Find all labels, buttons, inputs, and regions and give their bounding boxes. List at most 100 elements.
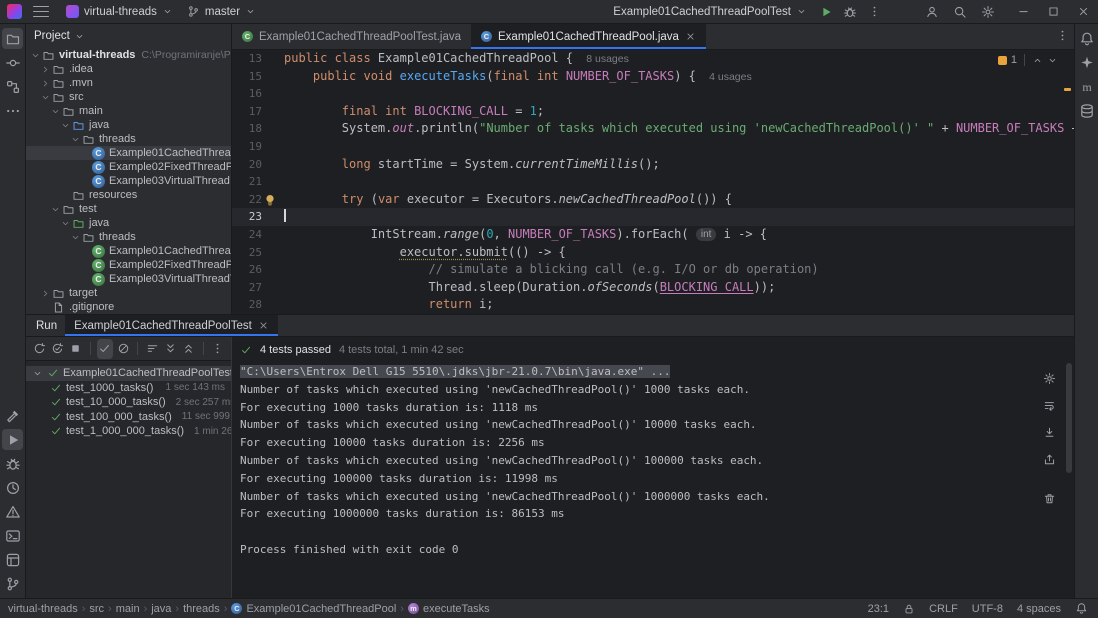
breadcrumb-item[interactable]: java: [151, 603, 171, 615]
tree-item[interactable]: CExample01CachedThreadPoolTest: [26, 244, 231, 258]
line-number[interactable]: 20: [232, 156, 262, 174]
terminal-tool-button[interactable]: [2, 525, 23, 546]
tab-options-button[interactable]: [1050, 24, 1074, 46]
problems-tool-button[interactable]: [2, 501, 23, 522]
commit-tool-button[interactable]: [2, 52, 23, 73]
line-number[interactable]: 15: [232, 68, 262, 86]
editor-gutter[interactable]: 23: [232, 208, 278, 226]
line-separator[interactable]: CRLF: [929, 603, 958, 615]
breadcrumb-item[interactable]: mexecuteTasks: [408, 603, 490, 615]
run-tool-button[interactable]: [2, 429, 23, 450]
editor-gutter[interactable]: 19: [232, 138, 278, 156]
line-number[interactable]: 27: [232, 279, 262, 297]
chevron-right-icon[interactable]: [40, 288, 51, 299]
structure-tool-button[interactable]: [2, 76, 23, 97]
debug-button[interactable]: [838, 1, 862, 23]
caret-position[interactable]: 23:1: [868, 603, 889, 615]
tree-item[interactable]: CExample03VirtualThreadTest: [26, 272, 231, 286]
editor-gutter[interactable]: 21: [232, 173, 278, 191]
expand-all-button[interactable]: [162, 339, 178, 359]
editor-gutter[interactable]: 26: [232, 261, 278, 279]
tree-item[interactable]: test: [26, 202, 231, 216]
chevron-down-icon[interactable]: [74, 31, 85, 42]
test-tree-item[interactable]: test_1000_tasks()1 sec 143 ms: [26, 381, 231, 396]
editor-gutter[interactable]: 25: [232, 244, 278, 262]
clear-console-button[interactable]: [1040, 489, 1058, 507]
editor-gutter[interactable]: 27: [232, 279, 278, 297]
chevron-down-icon[interactable]: [30, 50, 41, 61]
line-number[interactable]: 24: [232, 226, 262, 244]
chevron-down-icon[interactable]: [60, 120, 71, 131]
run-button[interactable]: [814, 1, 838, 23]
test-tree-item[interactable]: test_1_000_000_tasks()1 min 26 sec: [26, 424, 231, 439]
editor-gutter[interactable]: 15: [232, 68, 278, 86]
stop-button[interactable]: [68, 339, 84, 359]
close-button[interactable]: [1068, 0, 1098, 24]
close-icon[interactable]: [685, 31, 696, 42]
sort-alphabetically-button[interactable]: [144, 339, 160, 359]
breadcrumb-item[interactable]: src: [89, 603, 104, 615]
test-tree-item[interactable]: test_100_000_tasks()11 sec 999 ms: [26, 410, 231, 425]
ai-assistant-button[interactable]: [1076, 52, 1097, 73]
chevron-right-icon[interactable]: [40, 64, 51, 75]
line-number[interactable]: 17: [232, 103, 262, 121]
line-number[interactable]: 18: [232, 120, 262, 138]
tree-item[interactable]: main: [26, 104, 231, 118]
services-tool-button[interactable]: [2, 549, 23, 570]
run-config-selector[interactable]: Example01CachedThreadPoolTest: [606, 4, 814, 20]
tree-item[interactable]: CExample03VirtualThread: [26, 174, 231, 188]
breadcrumb-item[interactable]: virtual-threads: [8, 603, 78, 615]
export-console-button[interactable]: [1040, 450, 1058, 468]
database-tool-button[interactable]: [1076, 100, 1097, 121]
console-scrollbar[interactable]: [1066, 363, 1072, 473]
tree-item[interactable]: CExample02FixedThreadPoolTest: [26, 258, 231, 272]
line-number[interactable]: 21: [232, 173, 262, 191]
chevron-down-icon[interactable]: [32, 368, 43, 379]
tree-item[interactable]: .idea: [26, 62, 231, 76]
tree-item[interactable]: threads: [26, 132, 231, 146]
tree-item[interactable]: resources: [26, 188, 231, 202]
intention-bulb-icon[interactable]: [262, 192, 278, 208]
console-settings-button[interactable]: [1040, 369, 1058, 387]
code-with-me-button[interactable]: [920, 1, 944, 23]
collapse-all-button[interactable]: [181, 339, 197, 359]
search-everywhere-button[interactable]: [948, 1, 972, 23]
editor-gutter[interactable]: 28: [232, 296, 278, 314]
inspections-widget[interactable]: 1: [998, 54, 1058, 66]
tree-item[interactable]: java: [26, 216, 231, 230]
maximize-button[interactable]: [1038, 0, 1068, 24]
indent-style[interactable]: 4 spaces: [1017, 603, 1061, 615]
editor-gutter[interactable]: 22: [232, 191, 278, 209]
line-number[interactable]: 19: [232, 138, 262, 156]
chevron-down-icon[interactable]: [40, 92, 51, 103]
build-tool-button[interactable]: [2, 405, 23, 426]
project-tool-button[interactable]: [2, 28, 23, 49]
editor-gutter[interactable]: 16: [232, 85, 278, 103]
notifications-bell-icon[interactable]: [1075, 602, 1088, 615]
project-widget[interactable]: virtual-threads: [59, 3, 180, 20]
soft-wrap-button[interactable]: [1040, 396, 1058, 414]
editor-tab[interactable]: CExample01CachedThreadPoolTest.java: [232, 24, 471, 49]
settings-button[interactable]: [976, 1, 1000, 23]
show-ignored-button[interactable]: [115, 339, 131, 359]
line-number[interactable]: 13: [232, 50, 262, 68]
editor-gutter[interactable]: 18: [232, 120, 278, 138]
main-menu-button[interactable]: [33, 6, 49, 18]
breadcrumb-item[interactable]: main: [116, 603, 140, 615]
test-tree-item[interactable]: Example01CachedThreadPoolTest1 min 42 se…: [26, 366, 231, 381]
notifications-button[interactable]: [1076, 28, 1097, 49]
tree-item[interactable]: CExample01CachedThreadPool: [26, 146, 231, 160]
branch-widget[interactable]: master: [180, 3, 263, 20]
chevron-down-icon[interactable]: [70, 232, 81, 243]
close-icon[interactable]: [258, 320, 269, 331]
minimize-button[interactable]: [1008, 0, 1038, 24]
maven-tool-button[interactable]: m: [1076, 76, 1097, 97]
previous-problem-icon[interactable]: [1032, 55, 1043, 66]
scroll-to-end-button[interactable]: [1040, 423, 1058, 441]
chevron-down-icon[interactable]: [70, 134, 81, 145]
editor-gutter[interactable]: 20: [232, 156, 278, 174]
editor-tab[interactable]: CExample01CachedThreadPool.java: [471, 24, 706, 49]
rerun-tests-button[interactable]: [31, 339, 47, 359]
editor-gutter[interactable]: 17: [232, 103, 278, 121]
tree-item[interactable]: target: [26, 286, 231, 300]
